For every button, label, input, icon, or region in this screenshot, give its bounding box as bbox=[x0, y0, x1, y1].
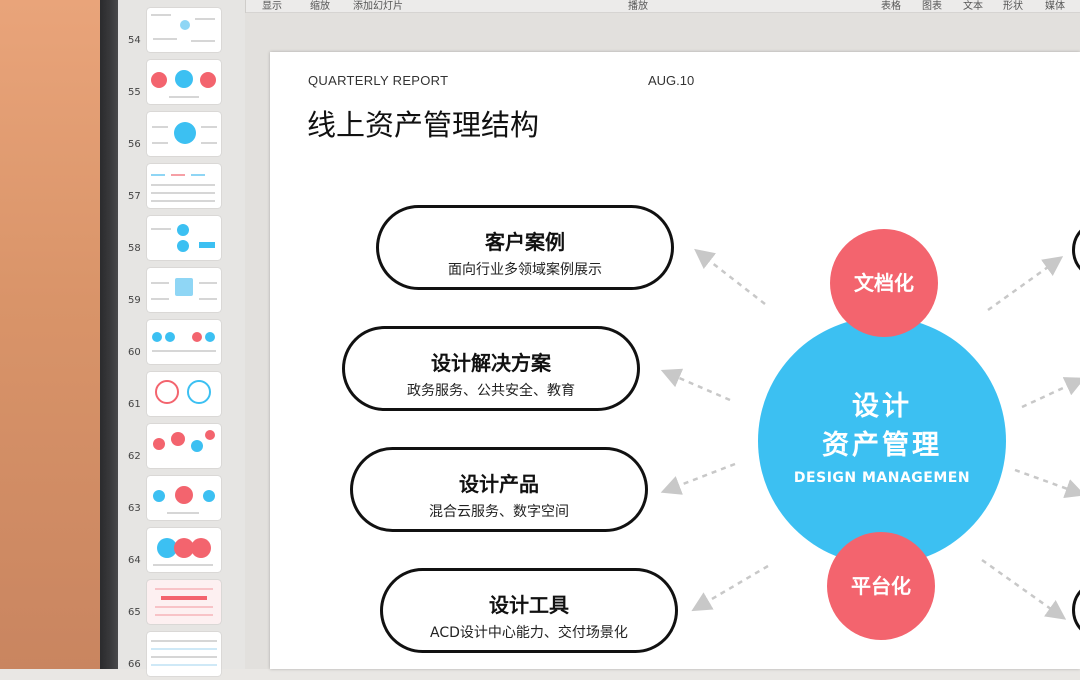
slide-thumbnail[interactable] bbox=[147, 216, 221, 260]
slide-number: 54 bbox=[128, 35, 141, 46]
slide-thumbnail[interactable] bbox=[147, 528, 221, 572]
toolbar-shape-button[interactable]: 形状 bbox=[1003, 0, 1023, 12]
slide-navigator: 54 55 56 57 58 59 60 61 62 63 64 65 66 bbox=[118, 0, 361, 676]
arrow-mid-right-upper bbox=[1021, 377, 1080, 409]
circle-platform[interactable]: 平台化 bbox=[827, 532, 935, 640]
toolbar-add-slide-button[interactable]: 添加幻灯片 bbox=[353, 0, 403, 12]
toolbar-play-button[interactable]: 播放 bbox=[628, 0, 648, 12]
arrow-to-design-tools bbox=[691, 564, 769, 612]
slide-thumbnail[interactable] bbox=[147, 164, 221, 208]
pill-title: 设计工具 bbox=[489, 593, 569, 617]
slide-thumbnail[interactable] bbox=[147, 112, 221, 156]
toolbar: 显示 缩放 添加幻灯片 播放 表格 图表 文本 形状 媒体 bbox=[245, 0, 1080, 13]
pill-customer-cases[interactable]: 客户案例 面向行业多领域案例展示 bbox=[376, 205, 674, 290]
slide-thumbnail[interactable] bbox=[147, 424, 221, 468]
slide-number: 60 bbox=[128, 347, 141, 358]
center-title-line2: 资产管理 bbox=[822, 430, 942, 461]
toolbar-view-button[interactable]: 显示 bbox=[262, 0, 282, 12]
slide-thumbnail-row[interactable]: 55 bbox=[118, 60, 245, 108]
toolbar-media-button[interactable]: 媒体 bbox=[1045, 0, 1065, 12]
pill-design-solutions[interactable]: 设计解决方案 政务服务、公共安全、教育 bbox=[342, 326, 640, 411]
pill-design-products[interactable]: 设计产品 混合云服务、数字空间 bbox=[350, 447, 648, 532]
slide-thumbnail-row[interactable]: 56 bbox=[118, 112, 245, 160]
slide-thumbnail-row[interactable]: 58 bbox=[118, 216, 245, 264]
slide-number: 64 bbox=[128, 555, 141, 566]
circle-documentation[interactable]: 文档化 bbox=[830, 229, 938, 337]
slide-number: 65 bbox=[128, 607, 141, 618]
pill-title: 设计产品 bbox=[459, 472, 539, 496]
arrow-bottom-right bbox=[981, 558, 1067, 620]
slide-thumbnail[interactable] bbox=[147, 268, 221, 312]
arrow-top-right bbox=[987, 256, 1064, 312]
slide-number: 57 bbox=[128, 191, 141, 202]
slide-canvas[interactable]: QUARTERLY REPORT AUG.10 线上资产管理结构 客户案例 面向… bbox=[270, 52, 1080, 669]
arrow-to-customer-cases bbox=[694, 248, 766, 305]
slide-thumbnail-row[interactable]: 64 bbox=[118, 528, 245, 576]
arrow-to-design-products bbox=[660, 462, 736, 495]
slide-thumbnail[interactable] bbox=[147, 8, 221, 52]
slide-thumbnail-row[interactable]: 65 bbox=[118, 580, 245, 628]
toolbar-table-button[interactable]: 表格 bbox=[881, 0, 901, 12]
arrow-to-design-solutions bbox=[660, 368, 731, 402]
pill-subtitle: ACD设计中心能力、交付场景化 bbox=[430, 625, 628, 641]
slide-thumbnail[interactable] bbox=[147, 60, 221, 104]
monitor-bezel bbox=[100, 0, 118, 669]
center-circle-design-asset-management[interactable]: 设计 资产管理 DESIGN MANAGEMEN bbox=[758, 317, 1006, 565]
slide-thumbnail[interactable] bbox=[147, 476, 221, 520]
slide-number: 61 bbox=[128, 399, 141, 410]
pill-title: 设计解决方案 bbox=[431, 351, 551, 375]
slide-thumbnail-row[interactable]: 61 bbox=[118, 372, 245, 420]
background-photo bbox=[0, 0, 100, 669]
slide-number: 63 bbox=[128, 503, 141, 514]
pill-subtitle: 政务服务、公共安全、教育 bbox=[407, 383, 575, 399]
slide-thumbnail[interactable] bbox=[147, 372, 221, 416]
slide-number: 59 bbox=[128, 295, 141, 306]
center-title-line1: 设计 bbox=[852, 391, 912, 422]
slide-thumbnail-row[interactable]: 66 bbox=[118, 632, 245, 680]
toolbar-text-button[interactable]: 文本 bbox=[963, 0, 983, 12]
toolbar-chart-button[interactable]: 图表 bbox=[922, 0, 942, 12]
slide-thumbnail-row[interactable]: 57 bbox=[118, 164, 245, 212]
slide-thumbnail[interactable] bbox=[147, 632, 221, 676]
slide-thumbnail-row[interactable]: 60 bbox=[118, 320, 245, 368]
pill-design-tools[interactable]: 设计工具 ACD设计中心能力、交付场景化 bbox=[380, 568, 678, 653]
slide-thumbnail-row[interactable]: 59 bbox=[118, 268, 245, 316]
slide-number: 55 bbox=[128, 87, 141, 98]
slide-number: 58 bbox=[128, 243, 141, 254]
slide-number: 56 bbox=[128, 139, 141, 150]
slide-thumbnail-row[interactable]: 62 bbox=[118, 424, 245, 472]
slide-thumbnail-row[interactable]: 54 bbox=[118, 8, 245, 56]
arrow-mid-right-lower bbox=[1014, 468, 1080, 499]
slide-number: 66 bbox=[128, 659, 141, 670]
slide-thumbnail-row[interactable]: 63 bbox=[118, 476, 245, 524]
center-english-label: DESIGN MANAGEMEN bbox=[793, 470, 971, 486]
slide-thumbnail[interactable] bbox=[147, 320, 221, 364]
pill-subtitle: 混合云服务、数字空间 bbox=[429, 504, 569, 520]
pill-title: 客户案例 bbox=[485, 230, 565, 254]
toolbar-zoom-button[interactable]: 缩放 bbox=[310, 0, 330, 12]
slide-number: 62 bbox=[128, 451, 141, 462]
slide-thumbnail[interactable] bbox=[147, 580, 221, 624]
pill-subtitle: 面向行业多领域案例展示 bbox=[448, 262, 602, 278]
